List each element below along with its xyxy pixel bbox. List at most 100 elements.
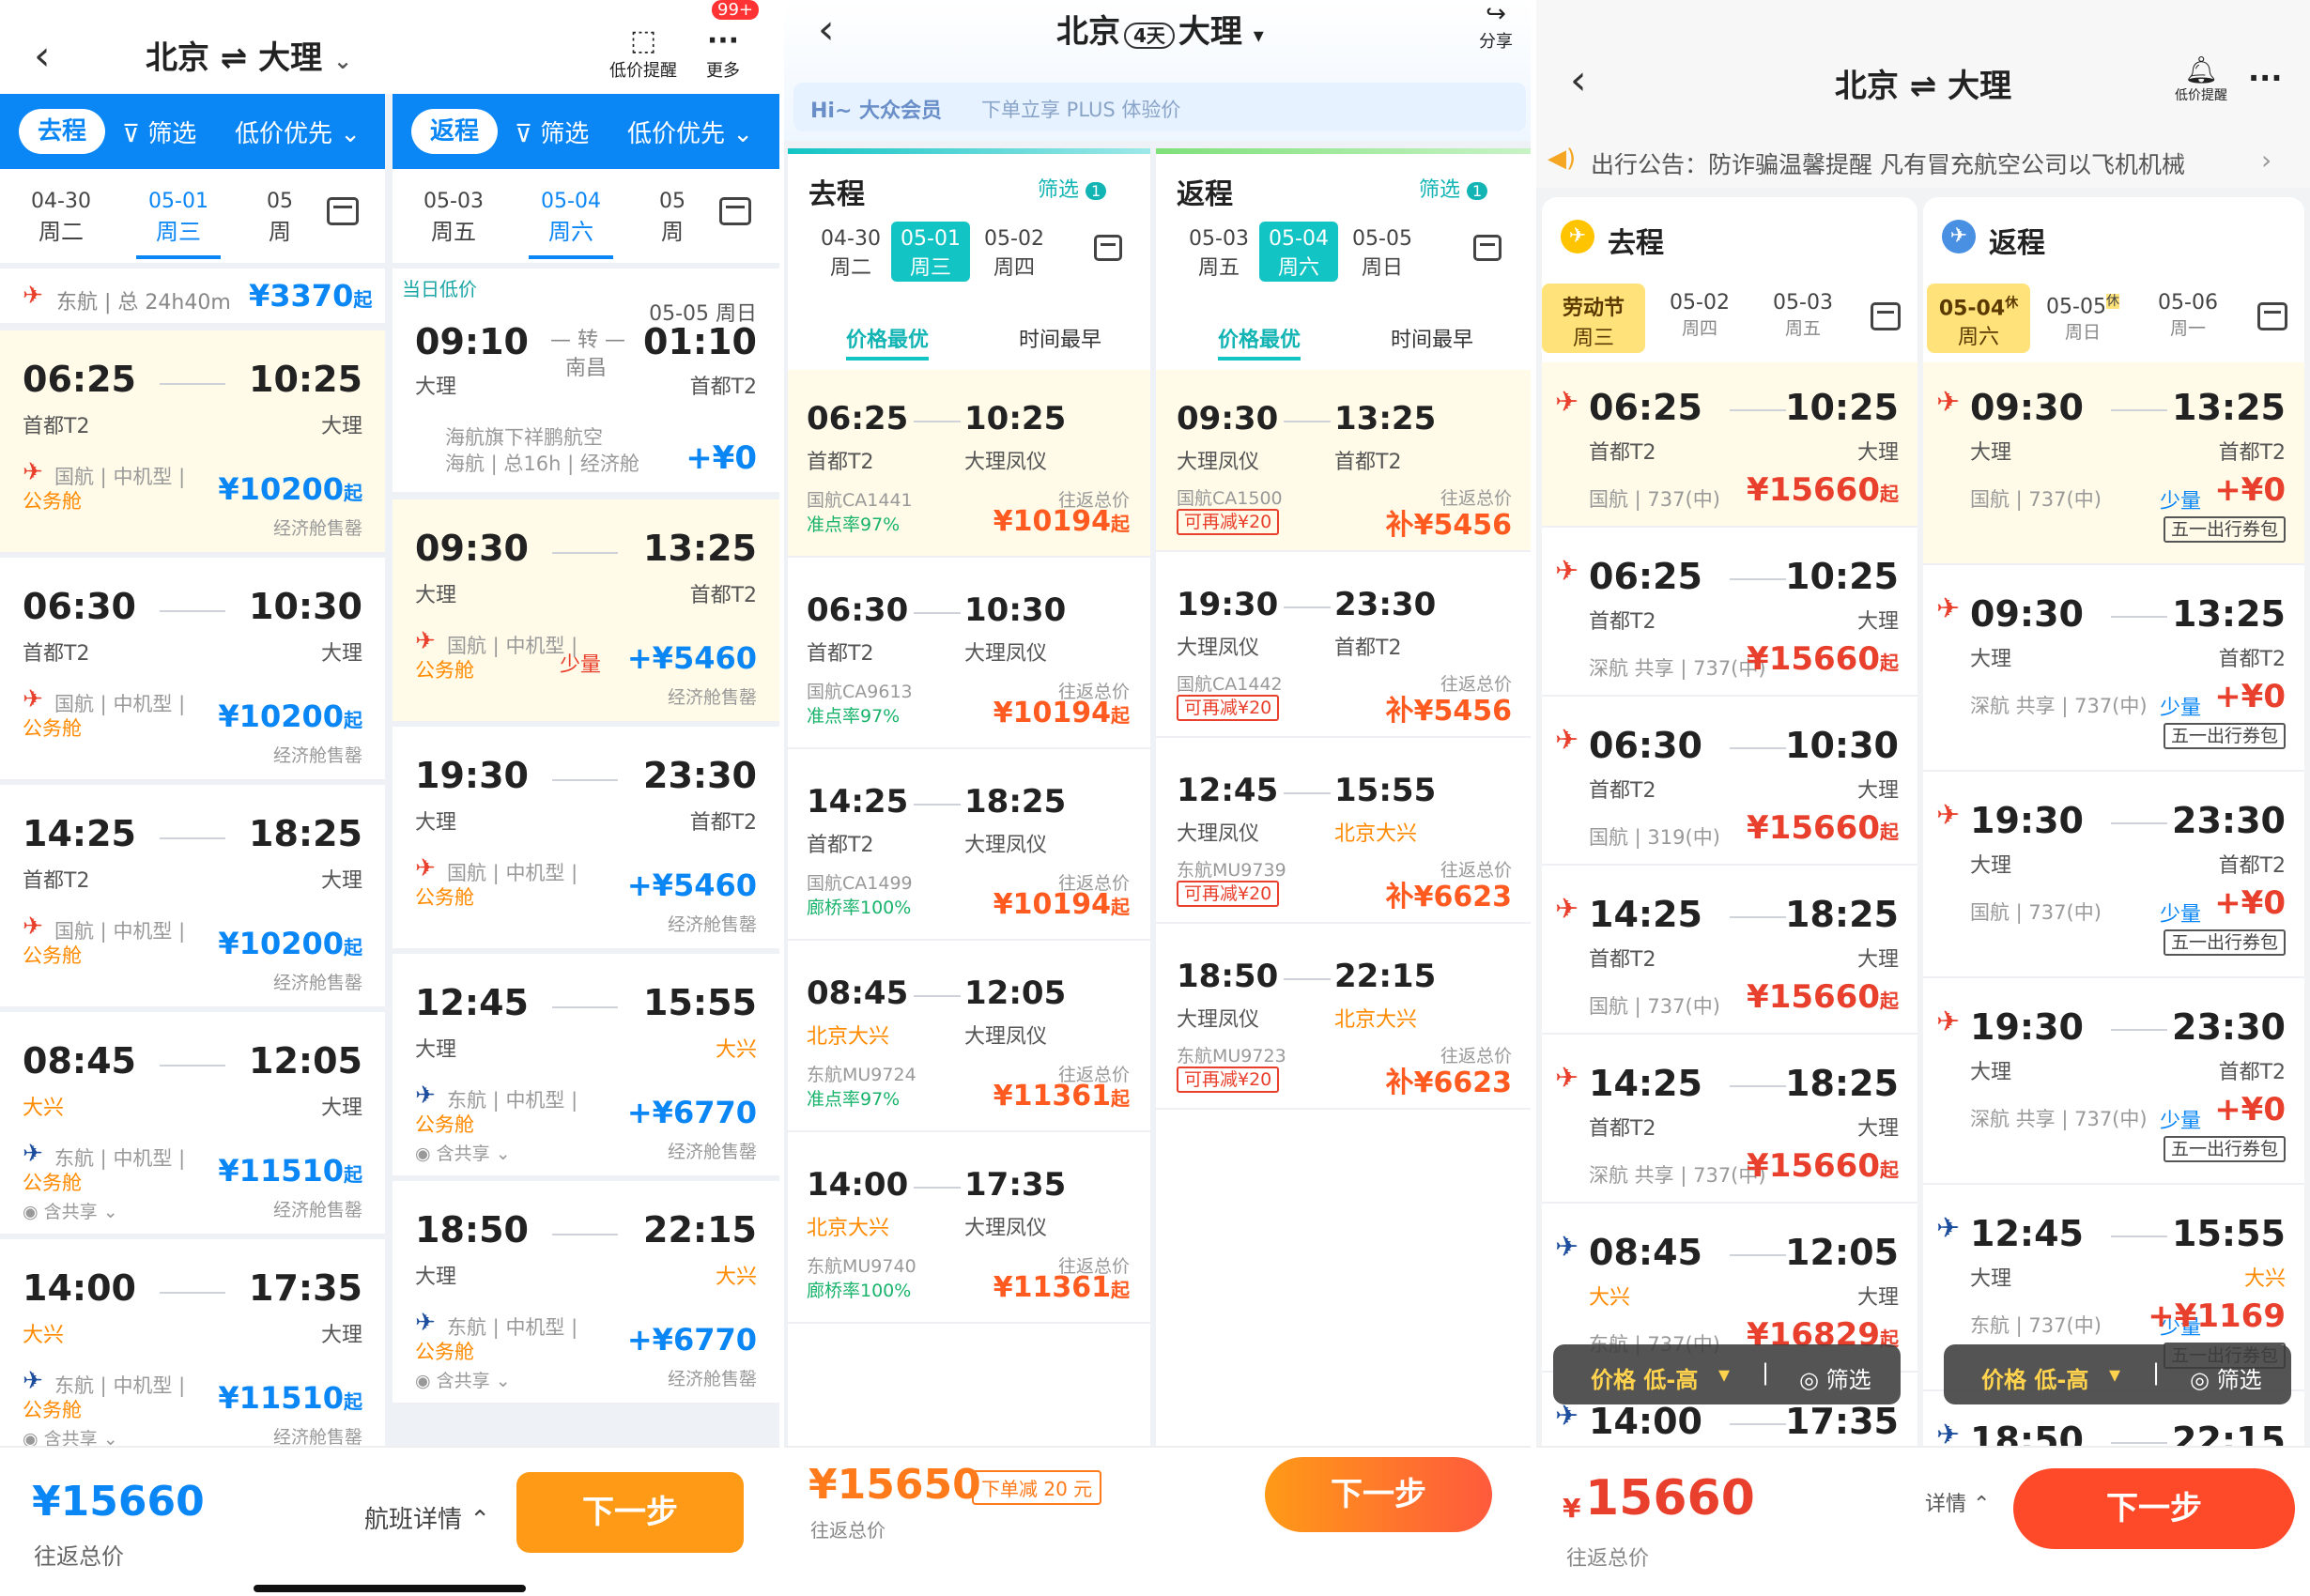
- date-item[interactable]: 05 周: [654, 190, 691, 246]
- s2-ret-filter[interactable]: 筛选 1: [1419, 173, 1488, 203]
- date-item-selected[interactable]: 05-04 周六: [1259, 222, 1338, 282]
- next-step-button[interactable]: 下一步: [516, 1472, 744, 1553]
- flight-card[interactable]: 12:45 15:55 大理 大兴 ✈ 东航 | 中机型 | 公务舱 +¥677…: [393, 954, 779, 1177]
- s2-go-filter[interactable]: 筛选 1: [1038, 173, 1107, 203]
- flight-detail-toggle[interactable]: 航班详情 ⌃: [364, 1500, 490, 1535]
- flight-card[interactable]: ✈ 09:30 13:25 大理 首都T2 国航 | 737(中) 少量 +¥0…: [1923, 362, 2304, 565]
- date-item[interactable]: 05-02 周四: [974, 227, 1055, 281]
- date-item-selected[interactable]: 05-04休 周六: [1927, 284, 2030, 353]
- back-icon[interactable]: ‹: [818, 6, 835, 54]
- s3-go-sort-bar[interactable]: 价格 低-高 ▾ | ◎ 筛选: [1553, 1344, 1901, 1404]
- s1-go-sort[interactable]: 低价优先 ⌄: [235, 115, 361, 149]
- s1-more-menu[interactable]: ··· 更多: [695, 24, 751, 82]
- sort-price-best[interactable]: 价格最优: [846, 323, 930, 361]
- calendar-icon[interactable]: [1473, 235, 1502, 261]
- flight-card[interactable]: ✈ 06:25 10:25 首都T2 大理 深航 共享 | 737(中) ¥15…: [1542, 531, 1917, 697]
- plane-return-icon: ✈: [1942, 220, 1976, 253]
- flight-card[interactable]: 14:25 18:25 首都T2 大理凤仪 国航CA1499 廊桥率100% 往…: [788, 753, 1150, 941]
- flight-card[interactable]: 06:25 10:25 首都T2 大理凤仪 国航CA1441 准点率97% 往返…: [788, 370, 1150, 558]
- s3-notice-bar[interactable]: ◀) 出行公告：防诈骗温馨提醒 凡有冒充航空公司以飞机机械 ›: [1548, 139, 2299, 180]
- more-icon[interactable]: ···: [2248, 60, 2282, 96]
- alert-label: 低价提醒: [609, 61, 677, 81]
- flight-card[interactable]: 14:25 18:25 首都T2 大理 ✈ 国航 | 中机型 | 公务舱 ¥10…: [0, 785, 385, 1008]
- s3-ret-sort-bar[interactable]: 价格 低-高 ▾ | ◎ 筛选: [1944, 1344, 2291, 1404]
- s1-bottom-bar: ¥15660 往返总价 航班详情 ⌃ 下一步: [0, 1446, 779, 1596]
- date-item[interactable]: 05-03 周五: [1178, 227, 1259, 281]
- flight-card[interactable]: ✈ 06:25 10:25 首都T2 大理 国航 | 737(中) ¥15660…: [1542, 362, 1917, 528]
- flight-card[interactable]: 08:45 12:05 大兴 大理 ✈ 东航 | 中机型 | 公务舱 ¥1151…: [0, 1012, 385, 1235]
- sort-price-best[interactable]: 价格最优: [1218, 323, 1301, 361]
- flight-card[interactable]: 19:30 23:30 大理凤仪 首都T2 国航CA1442 可再减¥20 往返…: [1156, 556, 1531, 738]
- date-item[interactable]: 05-03 周五: [1756, 291, 1850, 340]
- go-label[interactable]: 去程: [19, 109, 106, 154]
- discount-tag: 下单减 20 元: [972, 1470, 1102, 1505]
- s2-share[interactable]: ↪ 分享: [1479, 0, 1513, 53]
- calendar-icon[interactable]: [1871, 302, 1901, 330]
- airline-logo-icon: ✈: [23, 685, 43, 714]
- date-item-selected[interactable]: 05-01 周三: [891, 222, 970, 282]
- date-item-selected[interactable]: 劳动节 周三: [1542, 284, 1645, 353]
- date-item-selected[interactable]: 05-01 周三: [136, 190, 221, 259]
- airline-logo-icon: ✈: [1936, 592, 1961, 625]
- date-item[interactable]: 04-30 周二: [19, 190, 103, 246]
- flight-card[interactable]: 06:25 10:25 首都T2 大理 ✈ 国航 | 中机型 | 公务舱 ¥10…: [0, 330, 385, 554]
- date-item[interactable]: 05-05休 周日: [2034, 291, 2132, 344]
- flight-card[interactable]: 06:30 10:30 首都T2 大理凤仪 国航CA9613 准点率97% 往返…: [788, 561, 1150, 749]
- next-step-button[interactable]: 下一步: [1265, 1457, 1492, 1532]
- airline-logo-icon: ✈: [1555, 1231, 1579, 1264]
- s3-bottom-bar: ¥ 15660 往返总价 详情 ⌃ 下一步: [1536, 1446, 2310, 1596]
- s1-go-top-summary[interactable]: ✈ 东航 | 总 24h40m ¥3370起: [0, 269, 385, 325]
- s1-ret-sort[interactable]: 低价优先 ⌄: [627, 115, 753, 149]
- flight-card[interactable]: 09:30 13:25 大理 首都T2 ✈ 国航 | 中机型 | 公务舱 少量 …: [393, 499, 779, 723]
- notification-badge: 99+: [712, 0, 759, 20]
- sort-time-earliest[interactable]: 时间最早: [1391, 323, 1473, 353]
- calendar-icon[interactable]: [2257, 302, 2287, 330]
- calendar-icon[interactable]: [719, 197, 751, 225]
- date-item[interactable]: 05-05 周日: [1342, 227, 1423, 281]
- discount-tag: 可再减¥20: [1177, 695, 1280, 721]
- total-price-label: 往返总价: [1566, 1547, 1650, 1571]
- sort-time-earliest[interactable]: 时间最早: [1019, 323, 1101, 353]
- flight-card[interactable]: 06:30 10:30 首都T2 大理 ✈ 国航 | 中机型 | 公务舱 ¥10…: [0, 558, 385, 781]
- detail-toggle[interactable]: 详情 ⌃: [1925, 1487, 1990, 1517]
- flight-card[interactable]: 14:00 17:35 大兴 大理 ✈ 东航 | 中机型 | 公务舱 ¥1151…: [0, 1239, 385, 1446]
- date-item[interactable]: 05 周: [261, 190, 299, 246]
- s1-low-price-alert[interactable]: ⬚ 低价提醒: [601, 24, 685, 82]
- discount-tag: 可再减¥20: [1177, 881, 1280, 907]
- flight-card[interactable]: ✈ 19:30 23:30 大理 首都T2 国航 | 737(中) 少量 +¥0…: [1923, 775, 2304, 978]
- s2-nav-bar: ‹ 北京 4天 大理 ▾ ↪ 分享 Hi~ 大众会员 下单立享 PLUS 体验价: [784, 0, 1531, 141]
- s2-route-title[interactable]: 北京 4天 大理 ▾: [1056, 6, 1264, 52]
- s1-ret-filter[interactable]: ⊽ 筛选: [515, 115, 589, 149]
- calendar-icon[interactable]: [327, 197, 359, 225]
- date-item[interactable]: 05-03 周五: [411, 190, 496, 246]
- flight-card[interactable]: 12:45 15:55 大理凤仪 北京大兴 东航MU9739 可再减¥20 往返…: [1156, 742, 1531, 924]
- s2-return-column: 返程 筛选 1 05-03 周五 05-04 周六 05-05 周日 价格最优 时间最…: [1156, 148, 1531, 1446]
- coupon-tag: 五一出行券包: [2163, 1136, 2286, 1162]
- date-item[interactable]: 05-06 周一: [2141, 291, 2235, 340]
- flight-card[interactable]: 19:30 23:30 大理 首都T2 ✈ 国航 | 中机型 | 公务舱 +¥5…: [393, 727, 779, 950]
- s1-ret-top-card[interactable]: 当日低价 05-05 周日 09:10 01:10 — 转 — 南昌 大理 首都…: [393, 269, 779, 494]
- flight-card[interactable]: ✈ 14:25 18:25 首都T2 大理 深航 共享 | 737(中) ¥15…: [1542, 1038, 1917, 1204]
- flight-card[interactable]: 14:00 17:35 北京大兴 大理凤仪 东航MU9740 廊桥率100% 往…: [788, 1136, 1150, 1324]
- s2-member-banner[interactable]: Hi~ 大众会员 下单立享 PLUS 体验价: [793, 83, 1526, 131]
- flight-card[interactable]: 18:50 22:15 大理 大兴 ✈ 东航 | 中机型 | 公务舱 +¥677…: [393, 1181, 779, 1404]
- next-step-button[interactable]: 下一步: [2013, 1468, 2295, 1549]
- flight-card[interactable]: 18:50 22:15 大理凤仪 北京大兴 东航MU9723 可再减¥20 往返…: [1156, 928, 1531, 1110]
- date-item-selected[interactable]: 05-04 周六: [529, 190, 613, 259]
- airline-logo-icon: ✈: [415, 1309, 436, 1337]
- s1-route-title[interactable]: 北京 ⇌ 大理 ⌄: [0, 32, 498, 78]
- s3-low-price-alert[interactable]: 🔔︎ 低价提醒: [2175, 54, 2227, 104]
- flight-card[interactable]: ✈ 06:30 10:30 首都T2 大理 国航 | 319(中) ¥15660…: [1542, 700, 1917, 866]
- date-item[interactable]: 05-02 周四: [1653, 291, 1747, 340]
- flight-card[interactable]: 09:30 13:25 大理凤仪 首都T2 国航CA1500 可再减¥20 往返…: [1156, 370, 1531, 552]
- ret-label[interactable]: 返程: [411, 109, 499, 154]
- flight-card[interactable]: 08:45 12:05 北京大兴 大理凤仪 东航MU9724 准点率97% 往返…: [788, 944, 1150, 1132]
- flight-card[interactable]: ✈ 19:30 23:30 大理 首都T2 深航 共享 | 737(中) 少量 …: [1923, 982, 2304, 1185]
- flight-card[interactable]: ✈ 14:25 18:25 首都T2 大理 国航 | 737(中) ¥15660…: [1542, 869, 1917, 1035]
- airline-logo-icon: ✈: [415, 627, 436, 655]
- s1-go-filter[interactable]: ⊽ 筛选: [122, 115, 196, 149]
- date-item[interactable]: 04-30 周二: [810, 227, 891, 281]
- calendar-icon[interactable]: [1094, 235, 1122, 261]
- flight-card[interactable]: ✈ 09:30 13:25 大理 首都T2 深航 共享 | 737(中) 少量 …: [1923, 569, 2304, 772]
- s1-ret-tab-bar: 返程 ⊽ 筛选 低价优先 ⌄: [393, 94, 779, 169]
